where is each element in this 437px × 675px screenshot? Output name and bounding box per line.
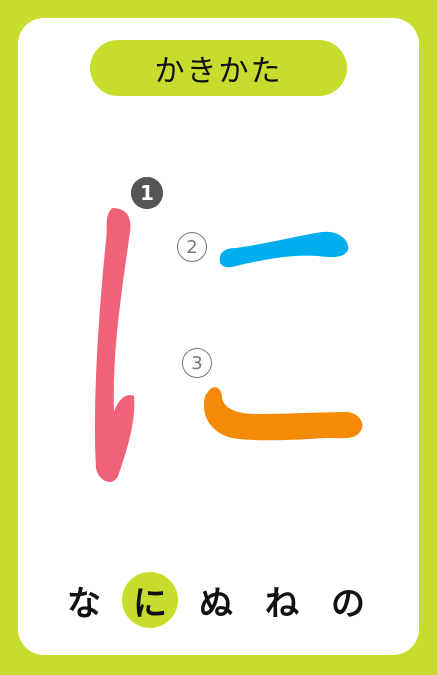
stroke-number-2: 2	[177, 232, 207, 262]
kana-ni-current[interactable]: に	[122, 572, 178, 628]
kana-na[interactable]: な	[56, 572, 112, 628]
stroke-1	[94, 208, 135, 482]
stroke-number-3-label: 3	[191, 352, 203, 374]
flashcard: かきかた ❶ 1 2 3 な に ぬ ね の	[0, 0, 437, 675]
stroke-3	[204, 387, 363, 441]
kana-no[interactable]: の	[320, 572, 376, 628]
kana-nu[interactable]: ぬ	[188, 572, 244, 628]
stroke-number-2-label: 2	[186, 236, 198, 258]
kana-row: な に ぬ ね の	[56, 570, 376, 630]
stroke-2	[219, 231, 349, 268]
stroke-number-1-badge: 1	[131, 177, 163, 209]
stroke-number-1-label: 1	[140, 181, 154, 205]
stroke-number-3: 3	[182, 348, 212, 378]
kana-ne[interactable]: ね	[254, 572, 310, 628]
